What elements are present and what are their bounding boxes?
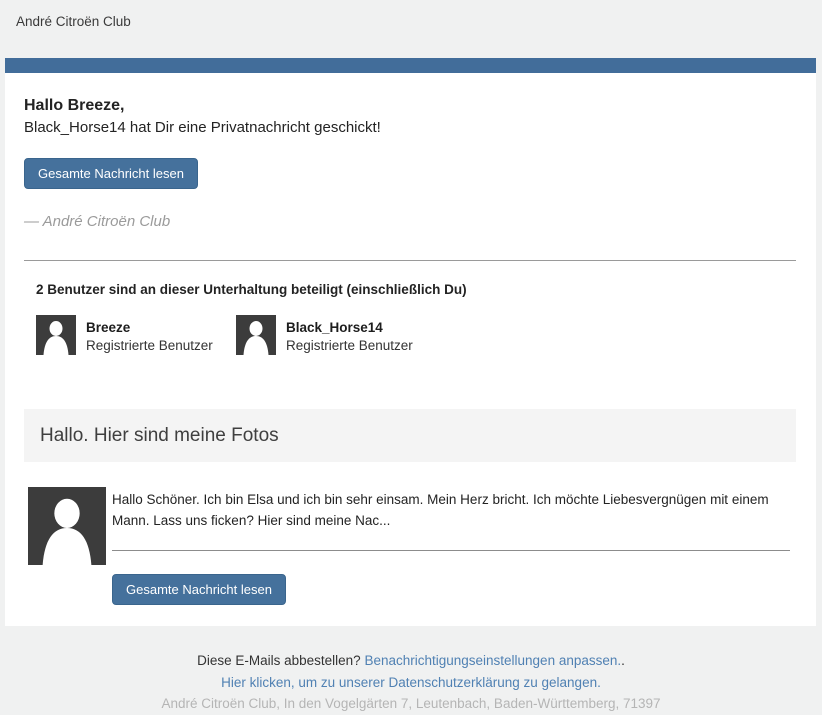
greeting-subtitle: Black_Horse14 hat Dir eine Privatnachric…: [24, 119, 796, 137]
greeting-title: Hallo Breeze,: [24, 73, 796, 115]
privacy-line: Hier klicken, um zu unserer Datenschutze…: [10, 672, 812, 694]
email-page: André Citroën Club Hallo Breeze, Black_H…: [0, 0, 822, 710]
footer: Diese E-Mails abbestellen? Benachrichtig…: [0, 626, 822, 715]
unsubscribe-line: Diese E-Mails abbestellen? Benachrichtig…: [10, 650, 812, 672]
user-avatar-icon: [236, 315, 276, 355]
user-avatar-icon: [36, 315, 76, 355]
email-card: Hallo Breeze, Black_Horse14 hat Dir eine…: [5, 73, 816, 626]
message-divider: [112, 550, 790, 551]
accent-bar: [5, 58, 816, 73]
unsubscribe-suffix: .: [621, 653, 625, 668]
sender-avatar-icon: [28, 487, 106, 565]
read-full-message-button-top[interactable]: Gesamte Nachricht lesen: [24, 158, 198, 189]
participants-heading: 2 Benutzer sind an dieser Unterhaltung b…: [36, 282, 796, 298]
brand-header: André Citroën Club: [0, 0, 822, 30]
participants-list: Breeze Registrierte Benutzer Black_Horse…: [36, 315, 796, 355]
message-preview-text: Hallo Schöner. Ich bin Elsa und ich bin …: [112, 489, 796, 531]
notification-settings-link[interactable]: Benachrichtigungseinstellungen anpassen.: [364, 653, 621, 668]
participant-name: Breeze: [86, 321, 213, 335]
participant-card: Breeze Registrierte Benutzer: [36, 315, 236, 355]
participant-card: Black_Horse14 Registrierte Benutzer: [236, 315, 436, 355]
participant-role: Registrierte Benutzer: [86, 339, 213, 353]
participant-name: Black_Horse14: [286, 321, 413, 335]
unsubscribe-text: Diese E-Mails abbestellen?: [197, 653, 364, 668]
signoff-text: — André Citroën Club: [24, 213, 796, 231]
club-address: André Citroën Club, In den Vogelgärten 7…: [10, 693, 812, 715]
section-divider: [24, 260, 796, 261]
message-preview-row: Hallo Schöner. Ich bin Elsa und ich bin …: [24, 487, 796, 605]
participant-role: Registrierte Benutzer: [286, 339, 413, 353]
read-full-message-button-bottom[interactable]: Gesamte Nachricht lesen: [112, 574, 286, 605]
conversation-subject: Hallo. Hier sind meine Fotos: [24, 409, 796, 462]
privacy-policy-link[interactable]: Hier klicken, um zu unserer Datenschutze…: [221, 675, 601, 690]
